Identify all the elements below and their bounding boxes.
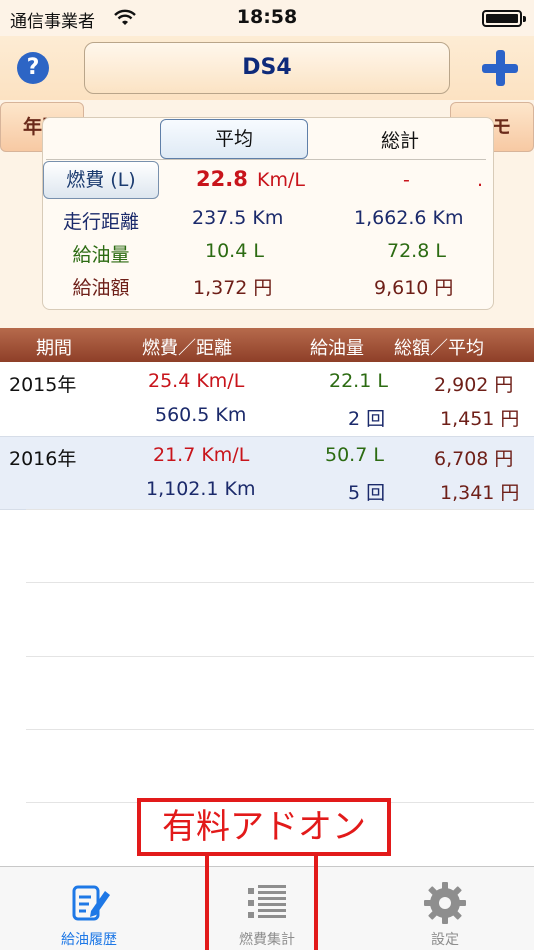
list-item[interactable]: 2016年 21.7 Km/L 1,102.1 Km 50.7 L 5 回 6,… (0, 436, 534, 510)
battery-icon (482, 10, 526, 27)
row-efficiency: 21.7 Km/L (153, 444, 250, 466)
row-avg-cost: 1,341 円 (440, 482, 520, 504)
avg-efficiency-value: 22.8 (196, 167, 248, 191)
header-fuel-amount: 給油量 (310, 338, 364, 359)
addon-bracket-left (205, 856, 209, 950)
header-efficiency-distance: 燃費／距離 (142, 338, 232, 359)
row-year: 2016年 (9, 448, 77, 470)
divider (46, 159, 486, 160)
total-efficiency-dot: . (477, 169, 484, 191)
row-year: 2015年 (9, 374, 77, 396)
row-distance: 1,102.1 Km (146, 478, 256, 500)
avg-cost-value: 1,372 円 (193, 277, 273, 299)
row-efficiency: 25.4 Km/L (148, 370, 245, 392)
row-count: 5 回 (348, 482, 386, 504)
total-fuel-value: 72.8 L (387, 240, 446, 262)
tab-settings[interactable]: 設定 (356, 867, 534, 950)
list-separator (26, 656, 534, 657)
row-total-cost: 2,902 円 (434, 374, 514, 396)
clock: 18:58 (236, 6, 298, 28)
row-fuel: 22.1 L (329, 370, 388, 392)
list-separator (26, 582, 534, 583)
row-total-cost: 6,708 円 (434, 448, 514, 470)
list-icon (248, 885, 286, 918)
tab-settings-label: 設定 (431, 932, 459, 948)
edit-note-icon (72, 885, 110, 921)
paid-addon-label: 有料アドオン (137, 798, 391, 856)
tab-fuel-history-label: 給油履歴 (61, 932, 117, 948)
header-total-average: 総額／平均 (394, 338, 484, 359)
row-count: 2 回 (348, 408, 386, 430)
tab-fuel-history[interactable]: 給油履歴 (0, 867, 178, 950)
distance-label: 走行距離 (62, 211, 139, 233)
avg-efficiency-unit: Km/L (257, 169, 305, 191)
row-distance: 560.5 Km (155, 404, 247, 426)
list-header: 期間 燃費／距離 給油量 総額／平均 (0, 328, 534, 362)
addon-bracket-right (314, 856, 318, 950)
avg-fuel-value: 10.4 L (205, 240, 264, 262)
list-separator (26, 729, 534, 730)
help-button[interactable]: ? (17, 52, 49, 84)
fuel-cost-label: 給油額 (72, 277, 130, 299)
fuel-amount-label: 給油量 (72, 244, 130, 266)
vehicle-title-button[interactable]: DS4 (84, 42, 450, 94)
tab-total[interactable]: 総計 (340, 126, 460, 153)
avg-distance-value: 237.5 Km (192, 207, 284, 229)
fuel-efficiency-unit-button[interactable]: 燃費 (L) (43, 161, 159, 199)
row-fuel: 50.7 L (325, 444, 384, 466)
row-avg-cost: 1,451 円 (440, 408, 520, 430)
gear-icon (424, 882, 466, 924)
header-period: 期間 (36, 338, 72, 359)
add-button[interactable] (480, 48, 520, 88)
list-separator (26, 509, 534, 510)
total-cost-value: 9,610 円 (374, 277, 454, 299)
list-item[interactable]: 2015年 25.4 Km/L 560.5 Km 22.1 L 2 回 2,90… (0, 362, 534, 436)
question-icon: ? (26, 55, 40, 80)
tab-bar: 給油履歴 燃費集計 設定 (0, 866, 534, 950)
total-distance-value: 1,662.6 Km (354, 207, 464, 229)
tab-average[interactable]: 平均 (160, 119, 308, 159)
status-bar: 通信事業者 18:58 (0, 0, 534, 36)
total-efficiency-value: - (403, 169, 410, 191)
